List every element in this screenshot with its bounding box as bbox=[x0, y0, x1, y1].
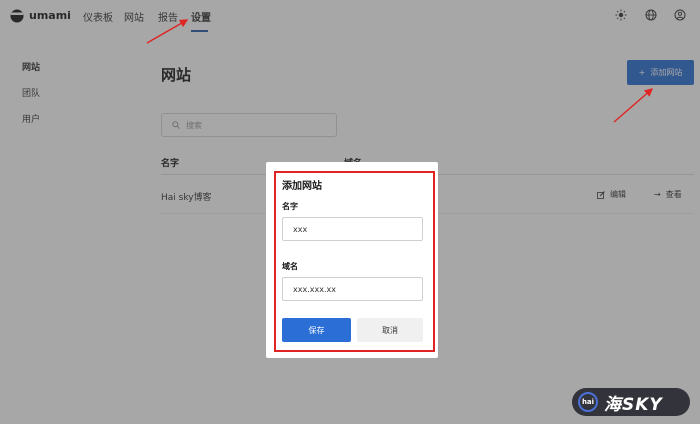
name-field-label: 名字 bbox=[282, 202, 298, 211]
watermark-badge: hai bbox=[578, 392, 598, 412]
cancel-button[interactable]: 取消 bbox=[357, 318, 423, 342]
dialog-title: 添加网站 bbox=[282, 181, 322, 192]
name-field[interactable]: xxx bbox=[282, 217, 423, 241]
domain-field[interactable]: xxx.xxx.xx bbox=[282, 277, 423, 301]
watermark: hai 海SKY bbox=[572, 388, 690, 416]
save-button[interactable]: 保存 bbox=[282, 318, 351, 342]
watermark-text: 海SKY bbox=[604, 394, 663, 415]
domain-field-label: 域名 bbox=[282, 262, 298, 271]
